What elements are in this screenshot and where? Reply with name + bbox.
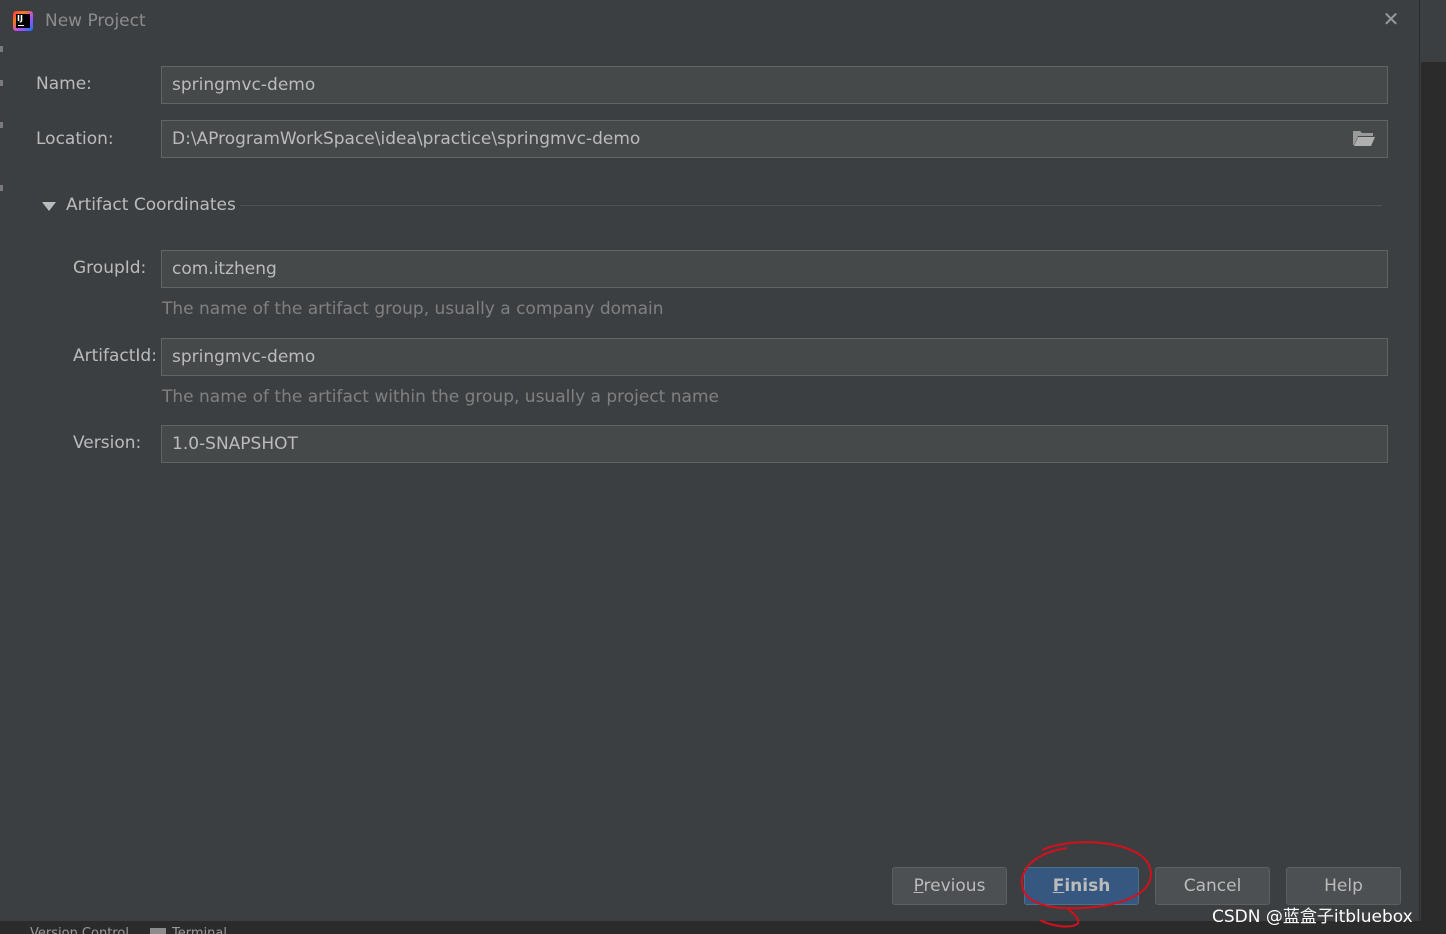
location-label: Location: xyxy=(36,129,114,149)
version-label: Version: xyxy=(73,433,142,453)
finish-mnemonic: F xyxy=(1052,876,1065,896)
previous-mnemonic: P xyxy=(913,876,924,896)
groupid-hint: The name of the artifact group, usually … xyxy=(162,299,664,319)
csdn-watermark: CSDN @蓝盒子itbluebox xyxy=(1212,907,1413,927)
right-tool-strip xyxy=(1421,0,1446,934)
terminal-tab[interactable]: Terminal xyxy=(172,926,227,934)
intellij-idea-icon: IJ xyxy=(13,11,33,31)
artifact-coordinates-toggle[interactable]: Artifact Coordinates xyxy=(66,195,236,215)
new-project-dialog: IJ New Project ✕ Name: springmvc-demo Lo… xyxy=(0,0,1420,921)
section-divider xyxy=(240,205,1382,206)
title-bar: IJ New Project ✕ xyxy=(0,0,1420,42)
groupid-field[interactable]: com.itzheng xyxy=(161,250,1388,288)
finish-label: inish xyxy=(1064,876,1111,896)
previous-label: revious xyxy=(923,876,986,896)
version-control-tab[interactable]: Version Control xyxy=(30,926,129,934)
artifactid-field[interactable]: springmvc-demo xyxy=(161,338,1388,376)
artifactid-hint: The name of the artifact within the grou… xyxy=(162,387,719,407)
collapse-triangle-icon[interactable] xyxy=(42,202,56,211)
right-tool-tab[interactable] xyxy=(1421,0,1446,62)
groupid-label: GroupId: xyxy=(73,258,147,278)
location-field[interactable]: D:\AProgramWorkSpace\idea\practice\sprin… xyxy=(161,120,1388,158)
dialog-title: New Project xyxy=(45,11,146,31)
version-field[interactable]: 1.0-SNAPSHOT xyxy=(161,425,1388,463)
name-field[interactable]: springmvc-demo xyxy=(161,66,1388,104)
folder-browse-icon[interactable] xyxy=(1352,128,1376,148)
terminal-icon xyxy=(150,928,166,934)
previous-button[interactable]: Previous xyxy=(892,867,1007,905)
cancel-button[interactable]: Cancel xyxy=(1155,867,1270,905)
left-edge-marks xyxy=(0,40,4,200)
finish-button[interactable]: Finish xyxy=(1024,867,1139,905)
help-button[interactable]: Help xyxy=(1286,867,1401,905)
name-label: Name: xyxy=(36,74,92,94)
artifactid-label: ArtifactId: xyxy=(73,346,157,366)
close-icon[interactable]: ✕ xyxy=(1380,8,1402,30)
